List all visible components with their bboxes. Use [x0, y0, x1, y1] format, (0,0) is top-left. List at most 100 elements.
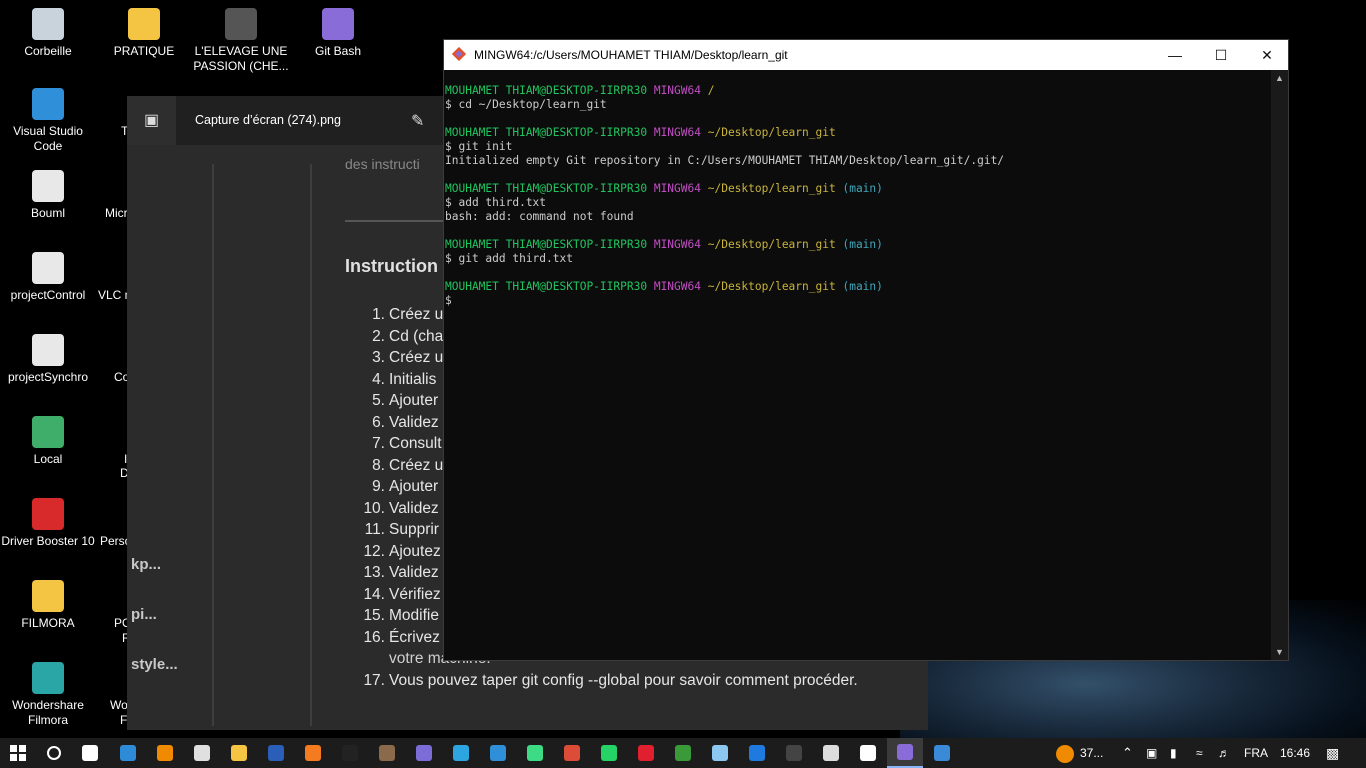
app-glyph [897, 744, 913, 760]
prompt-path: ~/Desktop/learn_git [707, 280, 836, 293]
word-icon[interactable] [258, 738, 294, 768]
app-glyph [47, 746, 61, 760]
list-item: 17. Vous pouvez taper git config --global… [345, 671, 857, 694]
list-number: 7. [372, 435, 385, 452]
list-number: 2. [372, 327, 385, 345]
close-icon[interactable]: ✕ [1244, 40, 1290, 70]
file-explorer-icon[interactable] [221, 738, 257, 768]
notification-icon[interactable]: ▩ [1326, 738, 1339, 768]
desktop-icon[interactable]: FILMORA [0, 580, 96, 631]
app-blue-icon[interactable] [739, 738, 775, 768]
chevron-up-icon[interactable]: ⌃ [1122, 738, 1133, 768]
volume-icon[interactable]: ♬ [1218, 738, 1230, 768]
git-bash-taskbar-icon[interactable] [887, 738, 923, 768]
app-glyph [231, 745, 247, 761]
github-icon[interactable] [850, 738, 886, 768]
git-bash-window[interactable]: MINGW64:/c/Users/MOUHAMET THIAM/Desktop/… [443, 39, 1289, 661]
terminal-titlebar[interactable]: MINGW64:/c/Users/MOUHAMET THIAM/Desktop/… [444, 40, 1288, 70]
list-number: 9. [372, 478, 385, 495]
android-studio-icon[interactable] [517, 738, 553, 768]
prompt-path: ~/Desktop/learn_git [707, 126, 836, 139]
meet-now-icon[interactable]: ▣ [1146, 738, 1157, 768]
desktop-icon-label: Corbeille [24, 44, 72, 58]
desktop-icon[interactable]: projectSynchro [0, 334, 96, 385]
telegram-icon[interactable] [443, 738, 479, 768]
list-number: 16. [363, 628, 385, 646]
app-glyph [601, 745, 617, 761]
clock[interactable]: 16:46 [1280, 738, 1310, 768]
app-photo-icon[interactable] [369, 738, 405, 768]
vscode-taskbar-icon[interactable] [480, 738, 516, 768]
notepad-icon[interactable] [702, 738, 738, 768]
settings-icon[interactable] [184, 738, 220, 768]
maximize-icon[interactable]: ☐ [1198, 40, 1244, 70]
desktop-icon[interactable]: Visual Studio Code [0, 88, 96, 154]
minimize-icon[interactable]: — [1152, 40, 1198, 70]
app-glyph [120, 745, 136, 761]
prompt-user: MOUHAMET THIAM@DESKTOP-IIRPR30 [445, 126, 648, 139]
terminal-scrollbar[interactable]: ▲ ▼ [1271, 70, 1288, 660]
scroll-down-icon[interactable]: ▼ [1275, 647, 1284, 657]
app-glyph [934, 745, 950, 761]
opera-icon[interactable] [628, 738, 664, 768]
prompt-path: ~/Desktop/learn_git [707, 182, 836, 195]
prompt-user: MOUHAMET THIAM@DESKTOP-IIRPR30 [445, 84, 648, 97]
desktop-icon[interactable]: Corbeille [0, 8, 96, 59]
wifi-icon[interactable]: ≈ [1196, 738, 1203, 768]
desktop-icon[interactable]: Local [0, 416, 96, 467]
app-glyph [823, 745, 839, 761]
desktop-icon[interactable]: Git Bash [290, 8, 386, 59]
search-icon[interactable] [36, 738, 72, 768]
gallery-icon[interactable]: ▣ [127, 96, 176, 145]
desktop-icon[interactable]: Driver Booster 10 [0, 498, 96, 549]
app-purple-icon[interactable] [406, 738, 442, 768]
side-item: style... [131, 656, 178, 673]
start-button[interactable] [0, 738, 36, 768]
command-line: $ git add third.txt [445, 252, 573, 265]
desktop-icon-label: Micr [105, 206, 128, 220]
list-text: Validez [389, 499, 439, 517]
list-number: 17. [363, 671, 385, 689]
prompt-branch: (main) [842, 182, 883, 195]
terminal-icon[interactable] [776, 738, 812, 768]
app-orange-icon[interactable] [295, 738, 331, 768]
app-window-icon[interactable] [813, 738, 849, 768]
prompt-env: MINGW64 [653, 126, 701, 139]
list-number: 4. [372, 370, 385, 388]
folder-icon [32, 580, 64, 612]
command-output: bash: add: command not found [445, 210, 634, 223]
list-text: Supprir [389, 521, 439, 538]
app-dark-icon[interactable] [332, 738, 368, 768]
desktop-icon[interactable]: L'ELEVAGE UNE PASSION (CHE... [193, 8, 289, 74]
photos-icon[interactable] [924, 738, 960, 768]
task-view-icon[interactable] [72, 738, 108, 768]
prompt-path: / [707, 84, 715, 97]
prompt-line: MOUHAMET THIAM@DESKTOP-IIRPR30 MINGW64 ~… [445, 238, 1275, 252]
list-text: Ajoutez [389, 542, 441, 560]
desktop-icon[interactable]: projectControl [0, 252, 96, 303]
app-green-icon[interactable] [665, 738, 701, 768]
chrome-icon[interactable] [554, 738, 590, 768]
desktop-icon[interactable]: Bouml [0, 170, 96, 221]
desktop-icon[interactable]: Wondershare Filmora [0, 662, 96, 728]
doc-divider [310, 164, 312, 726]
scroll-up-icon[interactable]: ▲ [1275, 73, 1284, 83]
prompt-env: MINGW64 [653, 84, 701, 97]
command-line: $ add third.txt [445, 196, 547, 209]
weather-widget[interactable]: 37... [1056, 738, 1103, 768]
whatsapp-icon[interactable] [591, 738, 627, 768]
doc-heading: Instruction [345, 256, 438, 276]
prompt-env: MINGW64 [653, 280, 701, 293]
edit-image-icon[interactable]: ✎ [411, 111, 424, 131]
desktop-icon-label: Visual Studio Code [13, 124, 83, 153]
vlc-icon[interactable] [147, 738, 183, 768]
terminal-output[interactable]: MOUHAMET THIAM@DESKTOP-IIRPR30 MINGW64 /… [445, 84, 1275, 308]
control-panel-icon[interactable] [110, 738, 146, 768]
language-indicator[interactable]: FRA [1244, 738, 1268, 768]
list-text: Validez [389, 413, 439, 431]
battery-icon[interactable]: ▮ [1170, 738, 1177, 768]
desktop-icon-label: Bouml [30, 206, 65, 220]
desktop-icon[interactable]: PRATIQUE [96, 8, 192, 59]
list-number: 13. [363, 564, 385, 581]
list-number: 12. [363, 542, 385, 560]
